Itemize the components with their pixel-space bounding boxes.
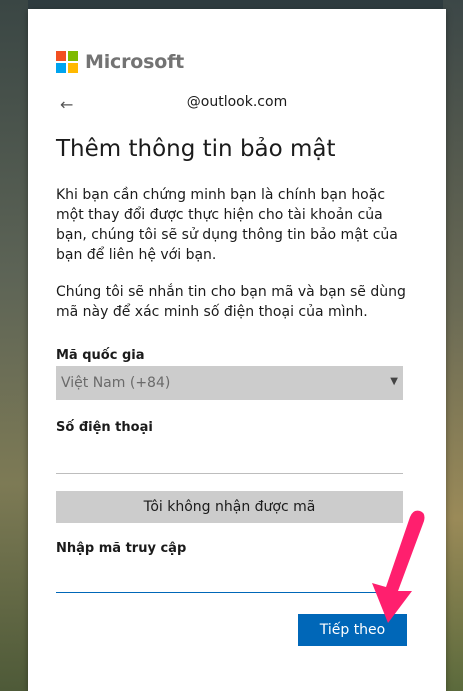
description-paragraph-1: Khi bạn cần chứng minh bạn là chính bạn … — [56, 187, 398, 263]
country-code-select[interactable]: Việt Nam (+84) ▼ — [56, 366, 403, 400]
country-code-value: Việt Nam (+84) — [61, 375, 171, 391]
dropdown-caret-icon: ▼ — [390, 376, 398, 387]
microsoft-logo-icon — [56, 51, 78, 73]
phone-number-input[interactable] — [56, 441, 403, 474]
sign-in-card: Microsoft ← @outlook.com Thêm thông tin … — [28, 9, 446, 691]
background-right — [443, 0, 463, 691]
access-code-input[interactable] — [56, 560, 403, 593]
country-code-label: Mã quốc gia — [56, 348, 145, 363]
description-paragraph-2: Chúng tôi sẽ nhắn tin cho bạn mã và bạn … — [56, 284, 406, 320]
microsoft-logo: Microsoft — [56, 51, 184, 73]
no-code-received-button[interactable]: Tôi không nhận được mã — [56, 491, 403, 523]
phone-number-label: Số điện thoại — [56, 420, 153, 435]
background-left — [0, 0, 28, 691]
brand-name: Microsoft — [85, 51, 185, 73]
next-button[interactable]: Tiếp theo — [298, 614, 407, 646]
page-title: Thêm thông tin bảo mật — [56, 136, 336, 162]
access-code-label: Nhập mã truy cập — [56, 541, 187, 556]
account-email: @outlook.com — [186, 94, 288, 110]
